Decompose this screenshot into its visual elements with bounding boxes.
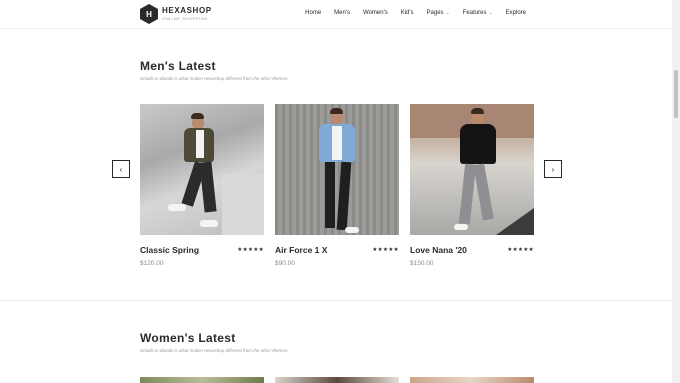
right-leg: [336, 161, 352, 231]
main-nav: Home Men's Women's Kid's Pages ⌄ Features…: [305, 10, 526, 16]
model-hair: [191, 113, 204, 119]
carousel-prev-button[interactable]: ‹: [112, 160, 130, 178]
chevron-right-icon: ›: [551, 164, 555, 174]
black-sweater: [460, 124, 496, 164]
brand-name: HEXASHOP: [162, 6, 212, 15]
nav-pages-label: Pages: [426, 10, 444, 16]
product-card[interactable]: Classic Spring ★★★★★ $120.00: [140, 104, 264, 267]
concrete-ledge: [222, 174, 264, 235]
womens-product-image[interactable]: [410, 377, 534, 383]
left-leg: [325, 162, 335, 228]
womens-product-image[interactable]: [275, 377, 399, 383]
nav-explore[interactable]: Explore: [506, 10, 526, 16]
nav-kids-label: Kid's: [400, 10, 414, 16]
product-name[interactable]: Classic Spring: [140, 245, 199, 255]
womens-section-title: Women's Latest: [140, 331, 236, 345]
mens-section-title: Men's Latest: [140, 59, 216, 73]
nav-womens-label: Women's: [363, 10, 388, 16]
page-scrollbar[interactable]: [672, 0, 680, 383]
nav-kids[interactable]: Kid's: [401, 10, 414, 16]
hexashop-logo[interactable]: H HEXASHOP ONLINE SHOPPING: [140, 4, 212, 24]
section-divider: [0, 300, 672, 301]
product-card[interactable]: Air Force 1 X ★★★★★ $90.00: [275, 104, 399, 267]
product-name[interactable]: Love Nana '20: [410, 245, 467, 255]
product-price: $90.00: [275, 260, 295, 267]
nav-explore-label: Explore: [505, 10, 526, 16]
product-info: Classic Spring ★★★★★: [140, 245, 264, 255]
brand-tagline: ONLINE SHOPPING: [162, 16, 209, 21]
nav-mens[interactable]: Men's: [334, 10, 350, 16]
nav-home-label: Home: [305, 10, 322, 16]
scrollbar-thumb[interactable]: [674, 70, 678, 118]
right-sneaker: [200, 220, 218, 227]
right-leg: [473, 163, 494, 221]
womens-product-image[interactable]: [140, 377, 264, 383]
white-shirt: [332, 126, 342, 160]
nav-home[interactable]: Home: [305, 10, 321, 16]
star-rating-icon: ★★★★★: [237, 247, 264, 253]
chevron-left-icon: ‹: [119, 164, 123, 174]
product-image[interactable]: [140, 104, 264, 235]
nav-mens-label: Men's: [334, 10, 350, 16]
product-card[interactable]: Love Nana '20 ★★★★★ $150.00: [410, 104, 534, 267]
hexagon-logo-icon: H: [140, 4, 158, 24]
product-info: Love Nana '20 ★★★★★: [410, 245, 534, 255]
right-leg: [199, 161, 217, 213]
sneaker: [345, 227, 359, 233]
road-shadow: [496, 208, 534, 235]
star-rating-icon: ★★★★★: [507, 247, 534, 253]
product-image[interactable]: [410, 104, 534, 235]
product-name[interactable]: Air Force 1 X: [275, 245, 327, 255]
star-rating-icon: ★★★★★: [372, 247, 399, 253]
product-info: Air Force 1 X ★★★★★: [275, 245, 399, 255]
nav-features-dropdown[interactable]: Features ⌄: [463, 10, 493, 16]
left-sneaker: [168, 204, 186, 211]
chevron-down-icon: ⌄: [445, 10, 450, 16]
mens-product-carousel: Classic Spring ★★★★★ $120.00 Air Force 1…: [140, 104, 534, 267]
nav-pages-dropdown[interactable]: Pages ⌄: [427, 10, 450, 16]
sneaker: [454, 224, 468, 230]
product-image[interactable]: [275, 104, 399, 235]
logo-text: HEXASHOP ONLINE SHOPPING: [162, 7, 212, 21]
carousel-next-button[interactable]: ›: [544, 160, 562, 178]
nav-womens[interactable]: Women's: [363, 10, 388, 16]
product-price: $120.00: [140, 260, 164, 267]
model-hair: [471, 108, 484, 114]
product-price: $150.00: [410, 260, 434, 267]
model-hair: [330, 108, 343, 114]
white-shirt: [196, 130, 204, 158]
nav-features-label: Features: [462, 10, 487, 16]
chevron-down-icon: ⌄: [488, 10, 493, 16]
mens-section-subtitle: Details to details is what makes Hexasho…: [140, 76, 289, 81]
site-header: H HEXASHOP ONLINE SHOPPING Home Men's Wo…: [0, 0, 672, 29]
womens-section-subtitle: Details to details is what makes Hexasho…: [140, 348, 289, 353]
